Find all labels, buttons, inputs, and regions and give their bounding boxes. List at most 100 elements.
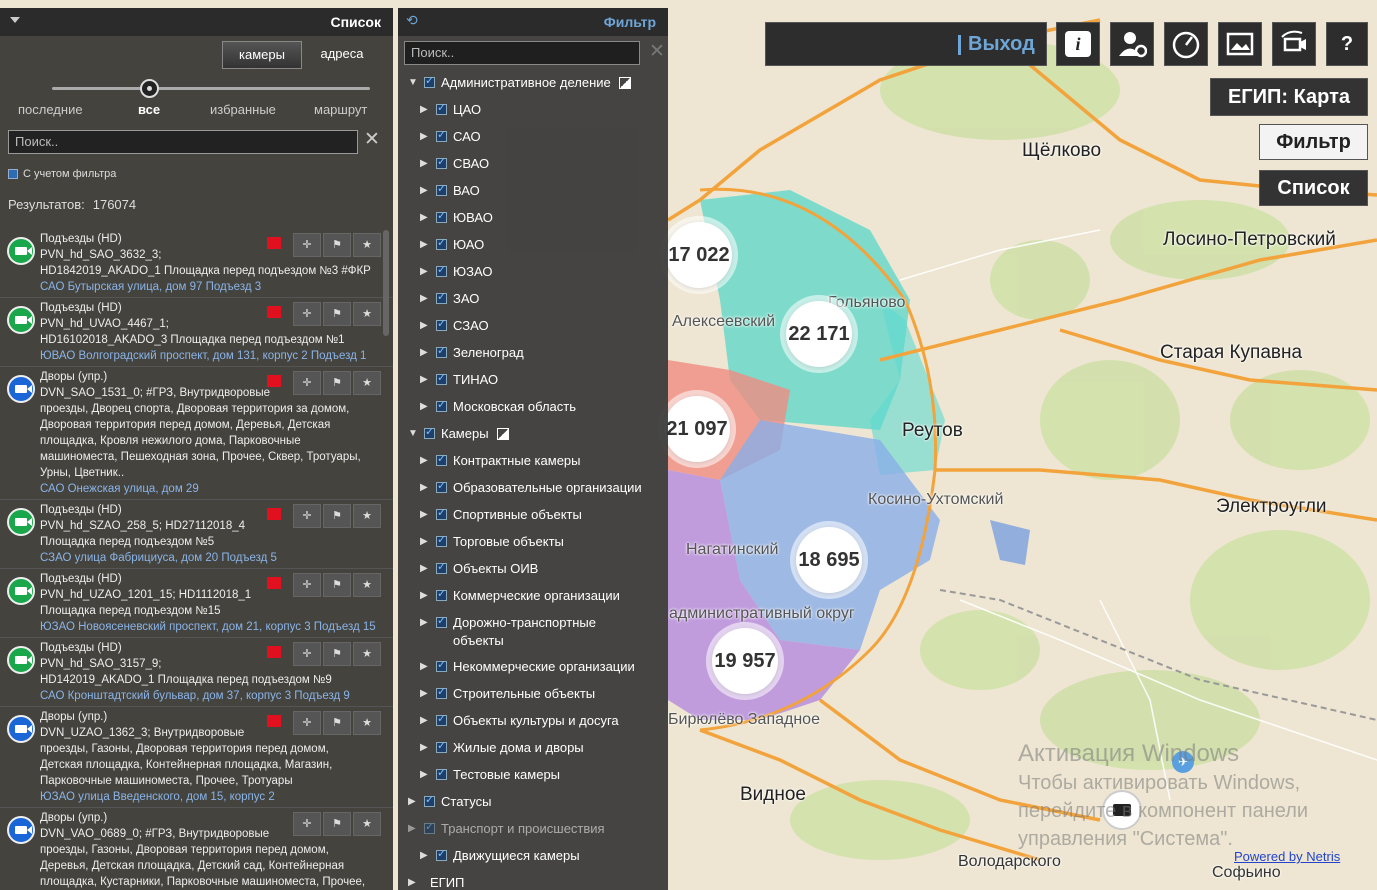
list-item[interactable]: Подъезды (HD) PVN_hd_SZAO_258_5; HD271120… <box>0 500 393 569</box>
checkbox-icon[interactable] <box>436 209 447 223</box>
camera-cluster[interactable]: 19 957 <box>712 628 778 694</box>
checkbox-icon[interactable] <box>424 793 435 807</box>
collapse-icon[interactable] <box>10 17 20 23</box>
checkbox-icon[interactable] <box>436 685 447 699</box>
chevron-down-icon[interactable]: ▼ <box>408 428 420 439</box>
filter-tree-node[interactable]: ▼ Административное деление <box>408 74 631 92</box>
filter-tree-node[interactable]: ▶ ЮЗАО <box>420 263 492 281</box>
checkbox-icon[interactable] <box>436 290 447 304</box>
favorite-button[interactable]: ★ <box>353 371 381 395</box>
list-item[interactable]: Подъезды (HD) PVN_hd_SAO_3157_9; HD142019_… <box>0 638 393 707</box>
filter-tree-node[interactable]: ▶ Движущиеся камеры <box>420 847 580 865</box>
clear-search-icon[interactable]: ✕ <box>364 128 380 151</box>
filter-tree-node[interactable]: ▶ ЗАО <box>420 290 479 308</box>
checkbox-icon[interactable] <box>424 820 435 834</box>
chevron-right-icon[interactable]: ▶ <box>420 661 432 672</box>
checkbox-icon[interactable] <box>436 506 447 520</box>
filter-tree-node[interactable]: ▶ ЕГИП <box>408 874 464 890</box>
checkbox-icon[interactable] <box>436 587 447 601</box>
filter-tree-node[interactable]: ▶ Дорожно-транспортные объекты <box>420 614 633 650</box>
checkbox-icon[interactable] <box>436 317 447 331</box>
chevron-right-icon[interactable]: ▶ <box>420 482 432 493</box>
filter-tree-node[interactable]: ▶ СЗАО <box>420 317 489 335</box>
filter-checkbox[interactable]: С учетом фильтра <box>8 168 116 180</box>
mode-slider-knob[interactable] <box>140 79 159 98</box>
checkbox-icon[interactable] <box>436 155 447 169</box>
chevron-right-icon[interactable]: ▶ <box>408 796 420 807</box>
help-button[interactable]: ? <box>1326 22 1368 66</box>
chevron-right-icon[interactable]: ▶ <box>420 715 432 726</box>
chevron-right-icon[interactable]: ▶ <box>420 347 432 358</box>
filter-tree-node[interactable]: ▶ САО <box>420 128 481 146</box>
filter-tree-node[interactable]: ▶ ВАО <box>420 182 480 200</box>
filter-tree-node[interactable]: ▶ ЦАО <box>420 101 481 119</box>
chevron-right-icon[interactable]: ▶ <box>420 374 432 385</box>
powered-by-link[interactable]: Powered by Netris <box>1234 849 1340 864</box>
filter-tree-node[interactable]: ▶ Спортивные объекты <box>420 506 582 524</box>
locate-button[interactable]: ✛ <box>293 573 321 597</box>
checkbox-icon[interactable] <box>436 658 447 672</box>
egip-map-button[interactable]: ЕГИП: Карта <box>1210 78 1368 116</box>
filter-search-input[interactable]: Поиск.. <box>404 41 640 65</box>
clear-filter-search-icon[interactable]: ✕ <box>649 40 665 63</box>
chevron-right-icon[interactable]: ▶ <box>420 509 432 520</box>
camera-cluster[interactable]: 17 022 <box>666 222 732 288</box>
checkbox-icon[interactable] <box>8 169 18 179</box>
locate-button[interactable]: ✛ <box>293 302 321 326</box>
checkbox-icon[interactable] <box>436 712 447 726</box>
favorite-button[interactable]: ★ <box>353 504 381 528</box>
list-search-input[interactable]: Поиск.. <box>8 130 358 154</box>
checkbox-icon[interactable] <box>436 614 447 628</box>
checkbox-icon[interactable] <box>436 344 447 358</box>
locate-button[interactable]: ✛ <box>293 371 321 395</box>
flag-button[interactable]: ⚑ <box>323 642 351 666</box>
checkbox-icon[interactable] <box>424 425 435 439</box>
checkbox-icon[interactable] <box>436 236 447 250</box>
flag-button[interactable]: ⚑ <box>323 302 351 326</box>
checkbox-icon[interactable] <box>436 182 447 196</box>
chevron-right-icon[interactable]: ▶ <box>420 742 432 753</box>
chevron-right-icon[interactable]: ▶ <box>420 293 432 304</box>
flag-button[interactable]: ⚑ <box>323 711 351 735</box>
filter-tree-node[interactable]: ▶ Торговые объекты <box>420 533 564 551</box>
favorite-button[interactable]: ★ <box>353 812 381 836</box>
chevron-right-icon[interactable]: ▶ <box>420 239 432 250</box>
chevron-right-icon[interactable]: ▶ <box>420 590 432 601</box>
checkbox-icon[interactable] <box>436 847 447 861</box>
filter-tree-node[interactable]: ▶ Контрактные камеры <box>420 452 581 470</box>
flag-button[interactable]: ⚑ <box>323 573 351 597</box>
checkbox-icon[interactable] <box>424 74 435 88</box>
select-all-icon[interactable] <box>496 428 509 440</box>
chevron-right-icon[interactable]: ▶ <box>420 563 432 574</box>
filter-tree-node[interactable]: ▶ СВАО <box>420 155 489 173</box>
list-item[interactable]: Дворы (упр.) DVN_UZAO_1362_3; Внутридворо… <box>0 707 393 808</box>
filter-tree-node[interactable]: ▶ Статусы <box>408 793 491 811</box>
chevron-right-icon[interactable]: ▶ <box>420 455 432 466</box>
chevron-right-icon[interactable]: ▶ <box>420 688 432 699</box>
filter-tree-node[interactable]: ▶ ЮАО <box>420 236 484 254</box>
checkbox-icon[interactable] <box>436 560 447 574</box>
filter-toggle-button[interactable]: Фильтр <box>1259 124 1368 160</box>
chevron-right-icon[interactable]: ▶ <box>420 131 432 142</box>
camera-cluster[interactable]: 18 695 <box>796 527 862 593</box>
chevron-right-icon[interactable]: ▶ <box>420 212 432 223</box>
favorite-button[interactable]: ★ <box>353 642 381 666</box>
filter-tree-node[interactable]: ▶ ЮВАО <box>420 209 493 227</box>
locate-button[interactable]: ✛ <box>293 711 321 735</box>
tab-addresses[interactable]: адреса <box>302 41 382 69</box>
checkbox-icon[interactable] <box>436 371 447 385</box>
list-item[interactable]: Подъезды (HD) PVN_hd_SAO_3632_3; HD1842019… <box>0 229 393 298</box>
list-item[interactable]: Подъезды (HD) PVN_hd_UZAO_1201_15; HD1112… <box>0 569 393 638</box>
flag-button[interactable]: ⚑ <box>323 812 351 836</box>
checkbox-icon[interactable] <box>436 533 447 547</box>
checkbox-icon[interactable] <box>436 739 447 753</box>
filter-tree-node[interactable]: ▶ Московская область <box>420 398 576 416</box>
camera-cluster[interactable]: 21 097 <box>664 396 730 462</box>
locate-button[interactable]: ✛ <box>293 233 321 257</box>
filter-tree-node[interactable]: ▶ Жилые дома и дворы <box>420 739 584 757</box>
gallery-button[interactable] <box>1218 22 1262 66</box>
locate-button[interactable]: ✛ <box>293 642 321 666</box>
filter-tree-node[interactable]: ▶ Тестовые камеры <box>420 766 560 784</box>
filter-tree-node[interactable]: ▶ Транспорт и происшествия <box>408 820 605 838</box>
filter-tree-node[interactable]: ▶ ТИНАО <box>420 371 498 389</box>
